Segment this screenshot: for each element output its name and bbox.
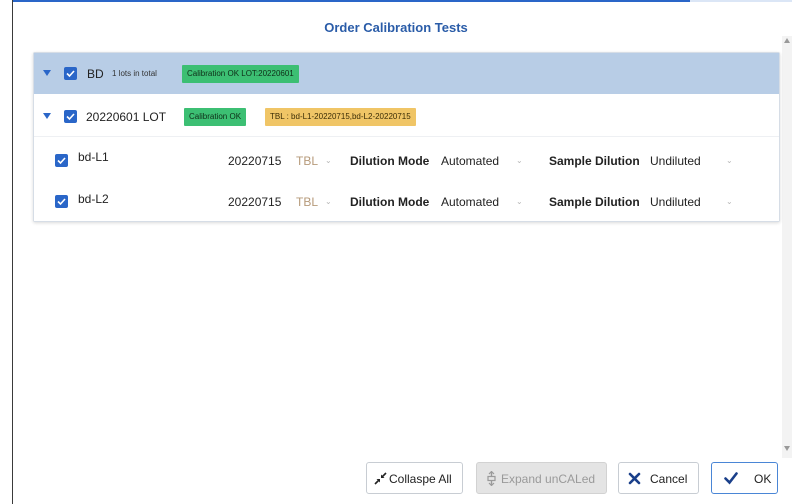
group-status-badge: Calibration OK LOT:20220601 (182, 65, 299, 83)
dilution-mode-label: Dilution Mode (350, 154, 430, 168)
item-checkbox[interactable] (55, 154, 68, 167)
scroll-down-arrow-icon[interactable] (784, 446, 790, 451)
group-checkbox[interactable] (64, 67, 77, 80)
group-lots-count: 1 lots in total (112, 69, 157, 78)
chevron-down-icon[interactable]: ⌄ (516, 197, 523, 206)
dialog-title: Order Calibration Tests (324, 20, 468, 35)
checkmark-icon (57, 198, 66, 206)
expand-caret-icon[interactable] (43, 113, 51, 119)
chevron-down-icon[interactable]: ⌄ (726, 197, 733, 206)
sample-dilution-select[interactable]: Undiluted (650, 154, 701, 168)
scroll-up-arrow-icon[interactable] (784, 38, 790, 43)
cancel-button[interactable]: Cancel (618, 462, 699, 494)
group-name: BD (87, 67, 104, 81)
window-top-border-light (690, 0, 792, 2)
item-tbl-select[interactable]: TBL (296, 154, 318, 168)
sample-dilution-select[interactable]: Undiluted (650, 195, 701, 209)
checkmark-icon (66, 70, 75, 78)
window-top-border (0, 0, 792, 2)
item-date: 20220715 (228, 195, 282, 209)
sample-dilution-label: Sample Dilution (549, 195, 640, 209)
dilution-mode-label: Dilution Mode (350, 195, 430, 209)
item-checkbox[interactable] (55, 195, 68, 208)
lot-row[interactable]: 20220601 LOT Calibration OK TBL : bd-L1-… (34, 94, 779, 137)
checkmark-icon (57, 157, 66, 165)
sample-dilution-label: Sample Dilution (549, 154, 640, 168)
chevron-down-icon[interactable]: ⌄ (325, 156, 332, 165)
cancel-label: Cancel (650, 472, 688, 486)
item-date: 20220715 (228, 154, 282, 168)
calibration-tree-panel: BD 1 lots in total Calibration OK LOT:20… (33, 52, 780, 222)
lot-tbl-badge: TBL : bd-L1-20220715,bd-L2-20220715 (265, 108, 416, 126)
dilution-mode-select[interactable]: Automated (441, 154, 499, 168)
group-row-bd[interactable]: BD 1 lots in total Calibration OK LOT:20… (34, 53, 779, 94)
collapse-icon (374, 472, 387, 485)
expand-icon (487, 471, 496, 486)
vertical-scrollbar[interactable] (782, 36, 792, 458)
item-name: bd-L1 (78, 150, 109, 164)
collapse-all-button[interactable]: Collaspe All (366, 462, 463, 494)
expand-uncaled-button[interactable]: Expand unCALed (476, 462, 607, 494)
item-tbl-select[interactable]: TBL (296, 195, 318, 209)
expand-uncaled-label: Expand unCALed (501, 472, 596, 486)
expand-caret-icon[interactable] (43, 70, 51, 76)
lot-status-badge: Calibration OK (184, 108, 247, 126)
list-item[interactable]: bd-L2 20220715 TBL ⌄ Dilution Mode Autom… (34, 181, 779, 221)
ok-label: OK (754, 472, 772, 486)
list-item[interactable]: bd-L1 20220715 TBL ⌄ Dilution Mode Autom… (34, 139, 779, 179)
checkmark-icon (66, 113, 75, 121)
chevron-down-icon[interactable]: ⌄ (325, 197, 332, 206)
chevron-down-icon[interactable]: ⌄ (726, 156, 733, 165)
chevron-down-icon[interactable]: ⌄ (516, 156, 523, 165)
checkmark-icon (724, 472, 738, 485)
dilution-mode-select[interactable]: Automated (441, 195, 499, 209)
left-window-edge (0, 0, 13, 504)
close-icon (628, 472, 641, 485)
collapse-all-label: Collaspe All (389, 472, 452, 486)
ok-button[interactable]: OK (711, 462, 778, 494)
item-name: bd-L2 (78, 192, 109, 206)
lot-name: 20220601 LOT (86, 110, 167, 124)
lot-checkbox[interactable] (64, 110, 77, 123)
